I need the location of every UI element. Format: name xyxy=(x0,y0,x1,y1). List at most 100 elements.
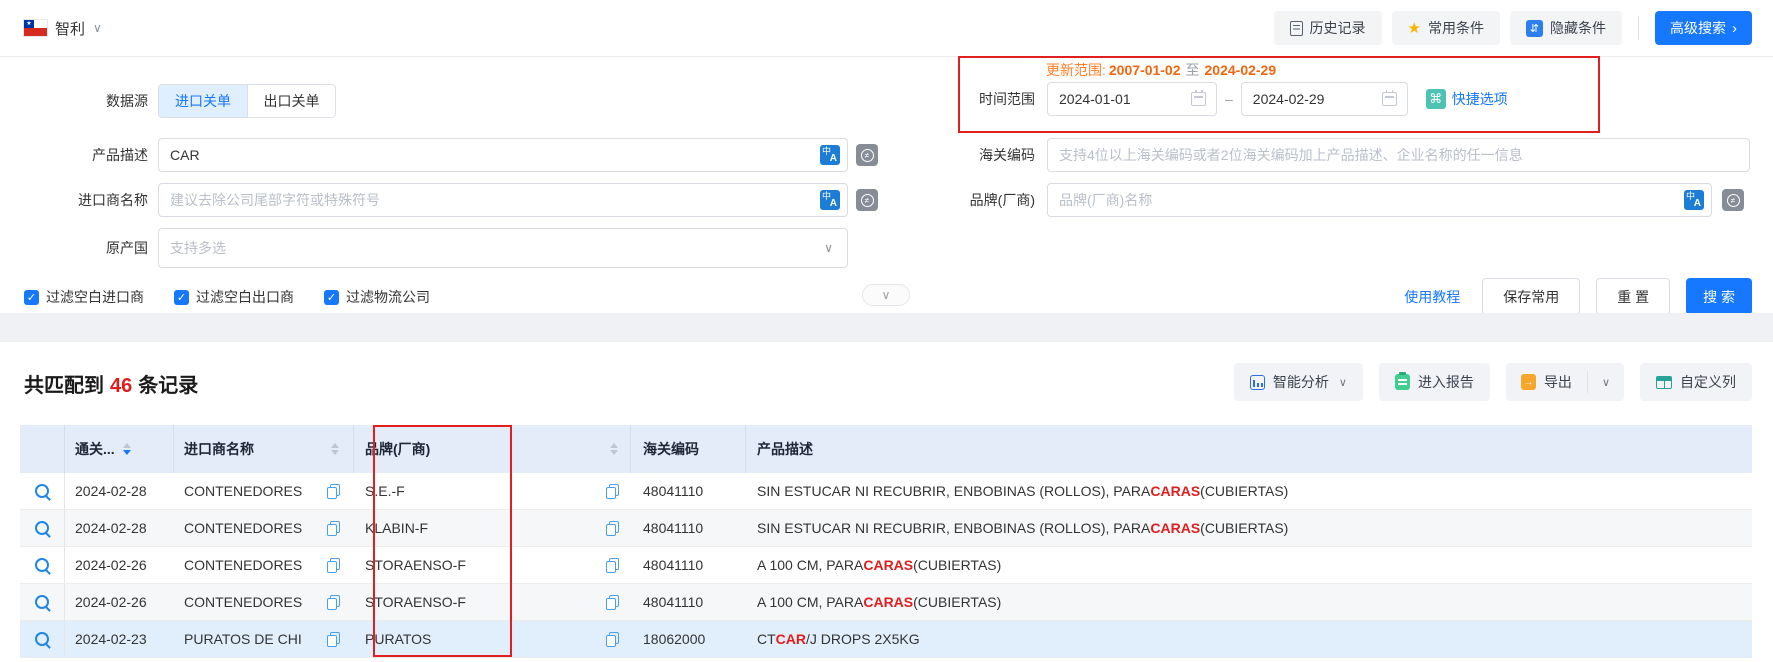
checkbox-filter-blank-exporter[interactable]: ✓ 过滤空白出口商 xyxy=(174,287,294,307)
table-row[interactable]: 2024-02-23 PURATOS DE CHI PURATOS 180620… xyxy=(20,621,1752,658)
copy-icon[interactable] xyxy=(606,521,619,536)
topbar: ★ 智利 ∨ 历史记录 ★ 常用条件 ⇵ 隐藏条件 高级搜索 › xyxy=(0,0,1773,57)
tutorial-link[interactable]: 使用教程 xyxy=(1404,287,1460,307)
copy-icon[interactable] xyxy=(327,632,340,647)
checkbox-filter-logistics[interactable]: ✓ 过滤物流公司 xyxy=(324,287,430,307)
checkbox-filter-blank-importer[interactable]: ✓ 过滤空白进口商 xyxy=(24,287,144,307)
form-actions: 使用教程 保存常用 重 置 搜 索 xyxy=(1404,278,1752,315)
copy-icon[interactable] xyxy=(606,484,619,499)
favorites-button[interactable]: ★ 常用条件 xyxy=(1392,11,1500,45)
filter-checkboxes: ✓ 过滤空白进口商 ✓ 过滤空白出口商 ✓ 过滤物流公司 xyxy=(24,287,430,307)
report-icon xyxy=(1395,374,1410,390)
quick-options-link[interactable]: 快捷选项 xyxy=(1452,89,1508,109)
search-icon[interactable] xyxy=(34,483,51,500)
copy-icon[interactable] xyxy=(327,595,340,610)
search-icon[interactable] xyxy=(34,520,51,537)
date-to-input[interactable]: 2024-02-29 xyxy=(1241,82,1408,116)
product-desc-input[interactable] xyxy=(158,138,848,172)
chevron-down-icon: ∨ xyxy=(1339,376,1347,389)
brand-input[interactable] xyxy=(1047,183,1712,217)
export-menu-button[interactable]: ∨ xyxy=(1588,363,1624,401)
origin-country-label: 原产国 xyxy=(0,238,148,258)
favorites-button-label: 常用条件 xyxy=(1428,18,1484,38)
exclude-filter-icon[interactable]: ≠ xyxy=(856,189,878,211)
enter-report-button[interactable]: 进入报告 xyxy=(1379,363,1490,401)
translate-icon[interactable] xyxy=(820,190,840,210)
calendar-icon xyxy=(1382,92,1397,106)
search-button[interactable]: 搜 索 xyxy=(1686,278,1752,315)
copy-icon[interactable] xyxy=(606,595,619,610)
copy-icon[interactable] xyxy=(327,558,340,573)
sort-control-importer[interactable] xyxy=(331,443,339,456)
tab-export-declarations[interactable]: 出口关单 xyxy=(247,85,335,117)
tab-import-declarations[interactable]: 进口关单 xyxy=(159,85,247,117)
table-row[interactable]: 2024-02-28 CONTENEDORES KLABIN-F 4804111… xyxy=(20,510,1752,547)
hide-conditions-label: 隐藏条件 xyxy=(1550,18,1606,38)
header-search-column xyxy=(20,425,65,473)
translate-icon[interactable] xyxy=(1684,190,1704,210)
search-icon[interactable] xyxy=(34,594,51,611)
translate-icon[interactable] xyxy=(820,145,840,165)
checked-checkbox-icon: ✓ xyxy=(174,290,189,305)
custom-columns-button[interactable]: 自定义列 xyxy=(1640,363,1752,401)
copy-icon[interactable] xyxy=(327,521,340,536)
cell-importer: CONTENEDORES xyxy=(184,520,302,536)
chevron-down-icon: ∨ xyxy=(882,288,891,302)
hs-code-input[interactable] xyxy=(1047,138,1750,172)
cell-date: 2024-02-23 xyxy=(65,621,174,657)
cell-product-desc: SIN ESTUCAR NI RECUBRIR, ENBOBINAS (ROLL… xyxy=(746,510,1752,546)
table-row[interactable]: 2024-02-26 CONTENEDORES STORAENSO-F 4804… xyxy=(20,584,1752,621)
export-button[interactable]: → 导出 xyxy=(1506,363,1587,401)
sort-control-brand[interactable] xyxy=(610,443,618,456)
checked-checkbox-icon: ✓ xyxy=(324,290,339,305)
history-button[interactable]: 历史记录 xyxy=(1274,11,1382,45)
chevron-right-icon: › xyxy=(1732,21,1737,36)
cell-product-desc: SIN ESTUCAR NI RECUBRIR, ENBOBINAS (ROLL… xyxy=(746,473,1752,509)
copy-icon[interactable] xyxy=(606,632,619,647)
calendar-icon xyxy=(1191,92,1206,106)
reset-button[interactable]: 重 置 xyxy=(1596,278,1670,315)
cell-brand: PURATOS xyxy=(365,631,431,647)
smart-analysis-label: 智能分析 xyxy=(1273,372,1329,392)
importer-name-label: 进口商名称 xyxy=(0,190,148,210)
cell-brand: STORAENSO-F xyxy=(365,594,466,610)
exclude-filter-icon[interactable]: ≠ xyxy=(1722,189,1744,211)
update-range-from: 2007-01-02 xyxy=(1109,62,1181,78)
hide-conditions-button[interactable]: ⇵ 隐藏条件 xyxy=(1510,11,1622,45)
origin-country-select[interactable]: 支持多选 ∨ xyxy=(158,228,848,268)
cell-date: 2024-02-28 xyxy=(65,473,174,509)
advanced-search-label: 高级搜索 xyxy=(1670,18,1726,38)
exclude-filter-icon[interactable]: ≠ xyxy=(856,144,878,166)
time-range-row: 时间范围 2024-01-01 – 2024-02-29 ⌘ 快捷选项 xyxy=(880,82,1508,116)
copy-icon[interactable] xyxy=(327,484,340,499)
cell-product-desc: CT CAR/J DROPS 2X5KG xyxy=(746,621,1752,657)
history-button-label: 历史记录 xyxy=(1310,18,1366,38)
origin-country-row: 原产国 支持多选 ∨ xyxy=(0,228,848,268)
search-icon[interactable] xyxy=(34,557,51,574)
cell-product-desc: A 100 CM, PARA CARAS (CUBIERTAS) xyxy=(746,547,1752,583)
checkbox-label: 过滤空白出口商 xyxy=(196,287,294,307)
smart-analysis-button[interactable]: 智能分析 ∨ xyxy=(1234,363,1363,401)
table-row[interactable]: 2024-02-26 CONTENEDORES STORAENSO-F 4804… xyxy=(20,547,1752,584)
summary-prefix: 共匹配到 xyxy=(24,375,104,397)
table-row[interactable]: 2024-02-28 CONTENEDORES S.E.-F 48041110 … xyxy=(20,473,1752,510)
save-favorite-button[interactable]: 保存常用 xyxy=(1482,278,1580,315)
update-range-to-word: 至 xyxy=(1186,62,1200,78)
date-to-value: 2024-02-29 xyxy=(1253,91,1325,107)
brand-row: 品牌(厂商) ≠ xyxy=(880,183,1744,217)
header-clearance-date: 通关... xyxy=(65,425,174,473)
advanced-search-button[interactable]: 高级搜索 › xyxy=(1655,11,1752,45)
checkbox-label: 过滤物流公司 xyxy=(346,287,430,307)
copy-icon[interactable] xyxy=(606,558,619,573)
sort-control-date[interactable] xyxy=(123,443,131,456)
country-name: 智利 xyxy=(55,18,85,39)
importer-name-row: 进口商名称 ≠ xyxy=(0,183,878,217)
importer-name-input[interactable] xyxy=(158,183,848,217)
search-icon[interactable] xyxy=(34,631,51,648)
collapse-form-button[interactable]: ∨ xyxy=(862,284,910,306)
header-importer: 进口商名称 xyxy=(174,425,354,473)
country-selector[interactable]: ★ 智利 ∨ xyxy=(24,18,102,39)
cell-importer: CONTENEDORES xyxy=(184,557,302,573)
date-from-input[interactable]: 2024-01-01 xyxy=(1047,82,1217,116)
chile-flag-icon: ★ xyxy=(24,20,47,36)
